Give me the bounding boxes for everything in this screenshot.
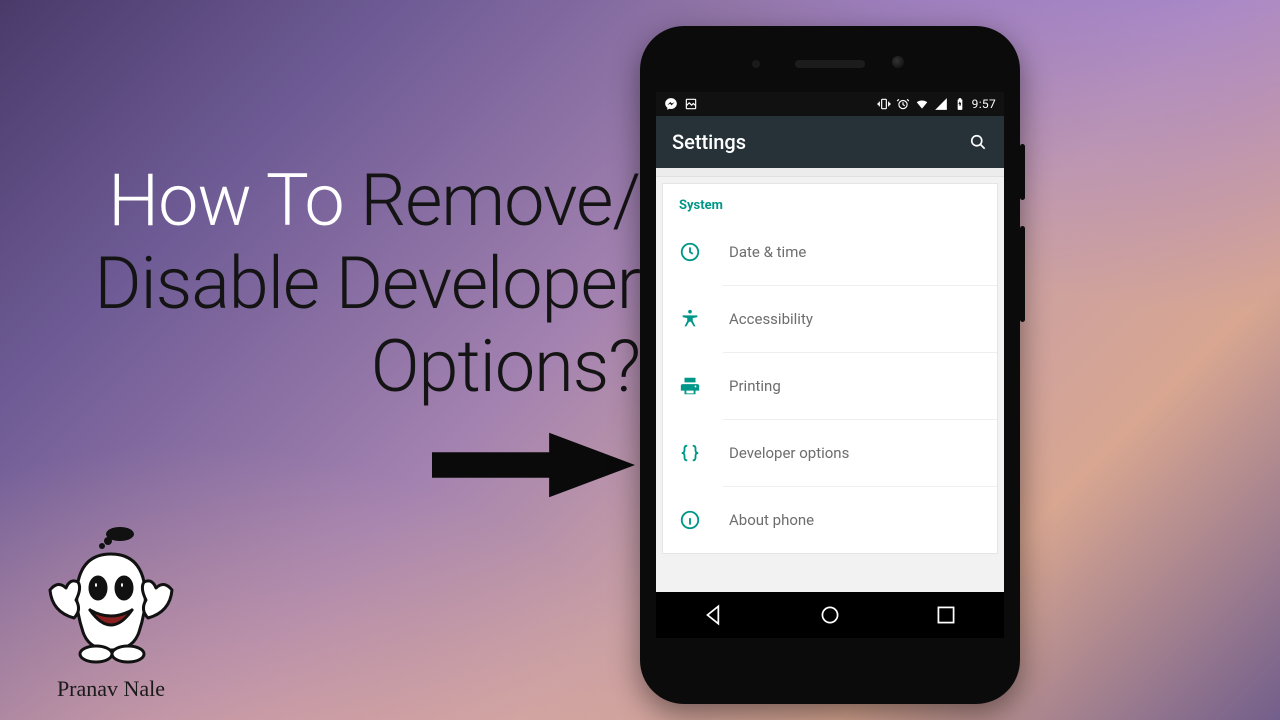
system-card: System Date & time Accessibility	[662, 183, 998, 554]
wifi-icon	[915, 97, 929, 111]
channel-name-label: Pranav Nale	[36, 676, 186, 702]
mascot-cartoon-icon	[36, 526, 186, 676]
proximity-sensor	[752, 60, 760, 68]
braces-icon	[679, 442, 701, 464]
phone-body: 9:57 Settings System	[640, 26, 1020, 704]
cell-signal-icon	[934, 97, 948, 111]
headline-part-2: Remove/	[360, 158, 640, 243]
screenshot-notif-icon	[684, 97, 698, 111]
power-button	[1020, 144, 1025, 200]
settings-row-date-time[interactable]: Date & time	[663, 219, 997, 285]
accessibility-icon	[679, 308, 701, 330]
section-header-system: System	[663, 184, 997, 219]
phone-screen: 9:57 Settings System	[656, 92, 1004, 638]
previous-card-edge	[656, 168, 1004, 177]
search-icon[interactable]	[968, 132, 988, 152]
vibrate-icon	[877, 97, 891, 111]
status-bar: 9:57	[656, 92, 1004, 116]
row-label: Printing	[729, 377, 781, 395]
thumbnail-canvas: How To Remove/ Disable Developer Options…	[0, 0, 1280, 720]
channel-mascot: Pranav Nale	[36, 526, 186, 702]
pointer-arrow-icon	[432, 430, 637, 500]
headline-line-3: Options?	[30, 326, 640, 409]
settings-row-printing[interactable]: Printing	[723, 352, 997, 419]
settings-row-developer-options[interactable]: Developer options	[723, 419, 997, 486]
row-label: About phone	[729, 511, 814, 529]
row-label: Accessibility	[729, 310, 813, 328]
print-icon	[679, 375, 701, 397]
settings-row-about-phone[interactable]: About phone	[723, 486, 997, 553]
info-icon	[679, 509, 701, 531]
front-camera	[892, 56, 904, 68]
settings-content[interactable]: System Date & time Accessibility	[656, 168, 1004, 638]
alarm-icon	[896, 97, 910, 111]
settings-row-accessibility[interactable]: Accessibility	[723, 285, 997, 352]
volume-rocker	[1020, 226, 1025, 322]
status-clock: 9:57	[972, 97, 996, 111]
nav-recents-button[interactable]	[933, 602, 959, 628]
clock-icon	[679, 241, 701, 263]
phone-mockup: 9:57 Settings System	[640, 26, 1020, 704]
nav-home-button[interactable]	[817, 602, 843, 628]
battery-charging-icon	[953, 97, 967, 111]
navigation-bar	[656, 592, 1004, 638]
messenger-notif-icon	[664, 97, 678, 111]
row-label: Developer options	[729, 444, 849, 462]
app-bar: Settings	[656, 116, 1004, 168]
nav-back-button[interactable]	[701, 602, 727, 628]
headline-text: How To Remove/ Disable Developer Options…	[30, 160, 640, 408]
earpiece	[795, 60, 865, 68]
row-label: Date & time	[729, 243, 806, 261]
headline-part-1: How To	[108, 158, 360, 243]
app-bar-title: Settings	[672, 130, 746, 154]
headline-line-2: Disable Developer	[30, 243, 640, 326]
